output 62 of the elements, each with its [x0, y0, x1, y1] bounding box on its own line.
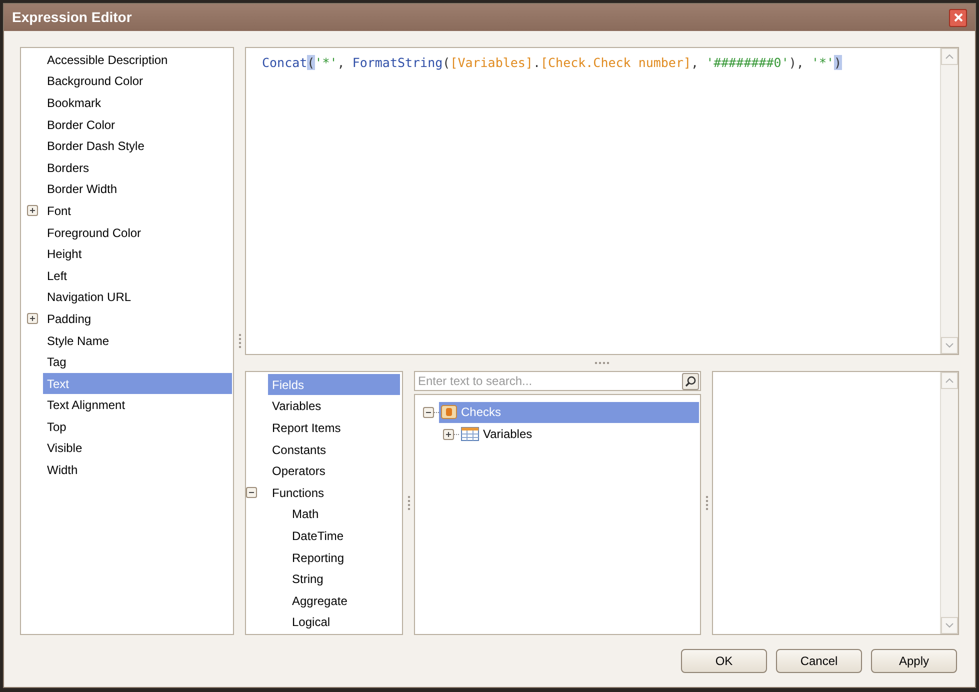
property-item[interactable]: Text Alignment: [43, 394, 232, 416]
property-item[interactable]: Accessible Description: [43, 49, 232, 70]
scroll-down-button[interactable]: [941, 337, 958, 354]
scrollbar[interactable]: [940, 48, 958, 354]
category-item[interactable]: Reporting: [288, 547, 400, 568]
category-item[interactable]: Aggregate: [288, 590, 400, 612]
property-item[interactable]: Border Width: [43, 178, 232, 200]
search-icon: [685, 376, 696, 386]
expand-icon[interactable]: [443, 428, 454, 440]
property-item[interactable]: Font: [43, 200, 232, 222]
window-title: Expression Editor: [12, 8, 132, 27]
close-icon: [954, 13, 962, 22]
scrollbar[interactable]: [940, 372, 958, 634]
chevron-down-icon: [945, 623, 954, 628]
property-item[interactable]: Border Color: [43, 114, 232, 136]
category-item[interactable]: Report Items: [268, 417, 400, 438]
search-button[interactable]: [682, 372, 699, 390]
property-item[interactable]: Top: [43, 416, 232, 438]
category-item[interactable]: Operators: [268, 460, 400, 482]
category-item[interactable]: DateTime: [288, 525, 400, 546]
property-item[interactable]: Background Color: [43, 70, 232, 92]
property-item[interactable]: Left: [43, 265, 232, 286]
category-item[interactable]: Constants: [268, 439, 400, 460]
database-icon: [441, 405, 457, 419]
category-item[interactable]: Math: [288, 504, 400, 525]
collapse-icon[interactable]: [246, 487, 257, 498]
property-item[interactable]: Navigation URL: [43, 286, 232, 308]
scroll-down-button[interactable]: [941, 617, 958, 634]
property-item[interactable]: Border Dash Style: [43, 136, 232, 157]
category-item[interactable]: Variables: [268, 396, 400, 417]
tree-item-label: Variables: [483, 426, 532, 443]
expression-text: Concat('*', FormatString([Variables].[Check.Check number], '########0'), '*'): [262, 55, 842, 70]
category-item[interactable]: Logical: [288, 612, 400, 633]
property-item[interactable]: Width: [43, 460, 232, 481]
chevron-up-icon: [945, 378, 954, 383]
expand-icon[interactable]: [27, 205, 38, 216]
dialog-button[interactable]: OK: [681, 649, 767, 673]
property-item[interactable]: Foreground Color: [43, 222, 232, 244]
expand-icon[interactable]: [27, 313, 38, 324]
search-input[interactable]: Enter text to search...: [415, 372, 682, 390]
property-item[interactable]: Style Name: [43, 330, 232, 352]
category-item[interactable]: String: [288, 568, 400, 590]
expression-editor[interactable]: Concat('*', FormatString([Variables].[Check.Check number], '########0'), '*'): [245, 47, 959, 355]
tree-item[interactable]: Variables: [459, 424, 540, 444]
chevron-down-icon: [945, 343, 954, 348]
chevron-up-icon: [945, 54, 954, 59]
category-item[interactable]: Functions: [268, 482, 400, 504]
tree-item-label: Checks: [461, 404, 502, 421]
property-item[interactable]: Borders: [43, 157, 232, 178]
table-icon: [461, 427, 479, 441]
property-item[interactable]: Tag: [43, 352, 232, 373]
property-item[interactable]: Visible: [43, 438, 232, 459]
collapse-icon[interactable]: [423, 406, 434, 418]
property-item[interactable]: Padding: [43, 308, 232, 330]
search-field[interactable]: Enter text to search...: [414, 371, 701, 391]
scroll-up-button[interactable]: [941, 48, 958, 65]
property-item[interactable]: Height: [43, 244, 232, 265]
scroll-up-button[interactable]: [941, 372, 958, 389]
property-item[interactable]: Bookmark: [43, 92, 232, 114]
close-button[interactable]: [949, 8, 967, 26]
dialog-button[interactable]: Cancel: [776, 649, 862, 673]
dialog-button[interactable]: Apply: [871, 649, 957, 673]
